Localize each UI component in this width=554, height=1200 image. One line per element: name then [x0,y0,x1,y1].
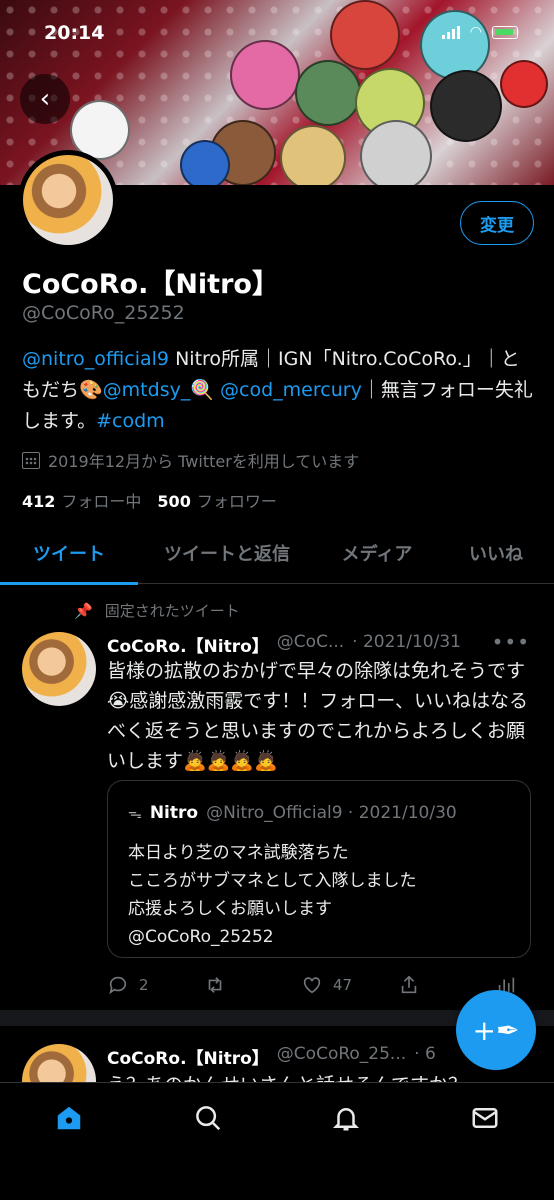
reply-icon [109,976,127,995]
follow-stats: 412 フォロー中 500 フォロワー [22,488,277,512]
tab-tweets-and-replies[interactable]: ツイートと返信 [138,522,316,584]
compose-tweet-button[interactable]: +✒ [456,990,536,1070]
share-icon [401,975,417,994]
status-bar: 20:14 ◠ [0,0,554,60]
followers-link[interactable]: 500 フォロワー [157,488,276,512]
quoted-line: @CoCoRo_25252 [128,927,274,947]
quoted-line: 応援よろしくお願いします [128,899,332,919]
pin-icon: 📌 [74,601,93,620]
tweet-author-handle: @CoC... [276,632,345,652]
nitro-logo-icon: ᯓ [128,805,142,822]
bio-mention[interactable]: @mtdsy_ [103,379,191,401]
reply-button[interactable]: 2 [107,970,204,1000]
nav-messages[interactable] [416,1083,554,1153]
signal-icon [441,25,460,39]
following-count: 412 [22,492,56,511]
quoted-tweet-text: 本日より芝のマネ試験落ちた こころがサブマネとして入隊しました 応援よろしくお願… [128,839,417,951]
followers-count: 500 [157,492,191,511]
banner-character [430,70,502,142]
joined-date: 2019年12月から Twitterを利用しています [22,448,359,472]
nav-home[interactable] [0,1083,139,1153]
reply-count: 2 [139,976,149,994]
tweet-text: 皆様の拡散のおかげで早々の除隊は免れそうです😭感謝感激雨霰です！！フォロー、いい… [107,660,529,772]
search-icon [195,1106,220,1131]
followers-label: フォロワー [196,492,277,511]
tweet-avatar[interactable] [22,632,96,706]
retweet-icon [208,977,222,993]
bio-hashtag[interactable]: #codm [96,410,165,432]
pinned-indicator: 📌 固定されたツイート [74,600,240,621]
following-link[interactable]: 412 フォロー中 [22,488,141,512]
tab-tweets[interactable]: ツイート [0,522,138,585]
bio-mention[interactable]: @cod_mercury [220,379,362,401]
banner-character [500,60,548,108]
edit-profile-button[interactable]: 変更 [460,201,534,245]
like-button[interactable]: 47 [301,970,398,1000]
nav-search[interactable] [139,1083,278,1153]
following-label: フォロー中 [61,492,142,511]
banner-character [360,120,432,185]
tweet-author-name[interactable]: CoCoRo.【Nitro】 [107,632,269,657]
bio-mention[interactable]: @nitro_official9 [22,348,169,370]
home-icon [58,1106,81,1130]
quoted-tweet[interactable]: ᯓ Nitro @Nitro_Official9 · 2021/10/30 本日… [107,780,531,958]
tweet-author-handle: @CoCoRo_25... [276,1044,407,1064]
banner-character [180,140,230,185]
quoted-line: こころがサブマネとして入隊しました [128,871,417,891]
bottom-navigation [0,1082,554,1200]
quoted-author-name: Nitro [149,803,199,823]
tweet-date[interactable]: · 6 [414,1044,436,1069]
tweet-actions: 2 47 [107,970,537,1000]
bell-icon [333,1108,360,1131]
profile-display-name: CoCoRo.【Nitro】 [22,269,279,300]
joined-text: 2019年12月から Twitterを利用しています [48,452,360,471]
tab-likes[interactable]: いいね [438,522,554,584]
tab-media[interactable]: メディア [316,522,438,584]
profile-bio: @nitro_official9 Nitro所属｜IGN「Nitro.CoCoR… [22,344,534,437]
compose-icon: +✒ [472,1013,520,1047]
status-time: 20:14 [44,22,105,44]
tweet-author-name[interactable]: CoCoRo.【Nitro】 [107,1044,269,1069]
retweet-button[interactable] [204,970,301,1000]
heart-icon [303,977,321,994]
pinned-label: 固定されたツイート [104,602,240,620]
status-icons: ◠ [441,24,518,40]
tweet-header: CoCoRo.【Nitro】 @CoCoRo_25... · 6 [107,1044,436,1069]
mail-icon [472,1108,498,1128]
bio-text: 🍭 [190,379,221,401]
banner-character [295,60,361,126]
nav-notifications[interactable] [277,1083,416,1153]
quoted-line: 本日より芝のマネ試験落ちた [128,843,349,863]
more-options-icon[interactable]: ••• [492,630,530,654]
like-count: 47 [333,976,353,994]
quoted-tweet-header: ᯓ Nitro @Nitro_Official9 · 2021/10/30 [128,803,457,823]
tweet-date[interactable]: · 2021/10/31 [352,632,461,657]
banner-character [280,125,346,185]
chevron-left-icon: ‹ [39,84,51,114]
tweet-header: CoCoRo.【Nitro】 @CoC... · 2021/10/31 [107,632,461,657]
calendar-icon [22,451,40,469]
back-button[interactable]: ‹ [20,74,70,124]
profile-handle: @CoCoRo_25252 [22,302,185,324]
profile-tabs: ツイート ツイートと返信 メディア いいね [0,522,554,585]
wifi-icon: ◠ [469,24,482,40]
battery-icon [492,25,518,39]
profile-avatar[interactable] [18,150,118,250]
quoted-author-meta: @Nitro_Official9 · 2021/10/30 [206,803,457,823]
